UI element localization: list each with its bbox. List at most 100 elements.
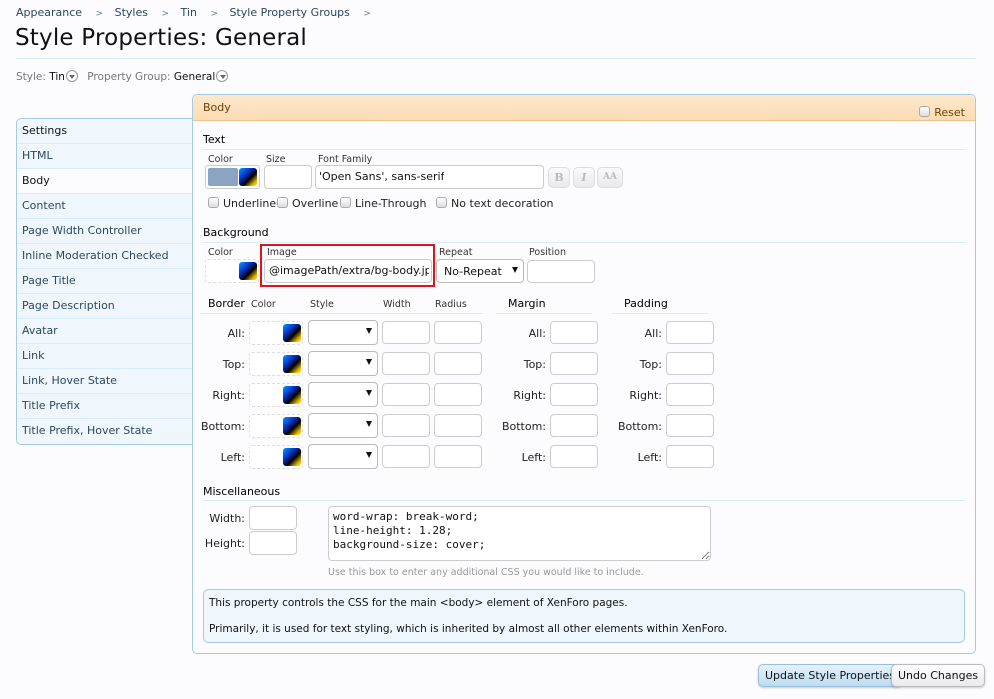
dropdown-arrow-icon <box>366 390 372 396</box>
background-image-input[interactable]: @imagePath/extra/bg-body.jp <box>264 259 432 283</box>
style-value[interactable]: Tin <box>49 71 65 83</box>
border-all-radius-input[interactable] <box>434 321 482 344</box>
color-picker-icon[interactable] <box>239 262 257 280</box>
color-picker-icon[interactable] <box>283 386 301 404</box>
checkbox-icon[interactable] <box>208 197 219 208</box>
chevron-down-icon[interactable] <box>65 70 78 82</box>
margin-bottom-input[interactable] <box>550 414 598 437</box>
sidebar-item-settings[interactable]: Settings <box>17 119 193 144</box>
border-right-color-field[interactable] <box>249 383 303 407</box>
text-color-field[interactable] <box>205 165 260 189</box>
property-list-sidebar: Settings HTML Body Content Page Width Co… <box>16 118 194 445</box>
background-repeat-select[interactable]: No-Repeat <box>436 259 524 283</box>
background-position-input[interactable] <box>527 260 595 283</box>
border-left-radius-input[interactable] <box>434 445 482 468</box>
breadcrumb-item-appearance[interactable]: Appearance > <box>16 6 103 19</box>
color-picker-icon[interactable] <box>283 417 301 435</box>
checkbox-icon[interactable] <box>919 106 931 117</box>
extra-css-textarea[interactable]: word-wrap: break-word; line-height: 1.28… <box>328 506 711 561</box>
font-family-input[interactable]: 'Open Sans', sans-serif <box>315 165 544 189</box>
color-picker-icon[interactable] <box>283 448 301 466</box>
sidebar-item-page-description[interactable]: Page Description <box>17 294 193 319</box>
border-bottom-radius-input[interactable] <box>434 414 482 437</box>
font-family-label: Font Family <box>318 154 373 165</box>
margin-right-input[interactable] <box>550 383 598 406</box>
border-all-style-select[interactable] <box>308 320 378 345</box>
padding-top-input[interactable] <box>666 352 714 375</box>
sidebar-item-content[interactable]: Content <box>17 194 193 219</box>
small-caps-button[interactable]: AA <box>597 167 623 188</box>
margin-left-label: Left: <box>521 451 546 464</box>
sidebar-item-title-prefix-hover-state[interactable]: Title Prefix, Hover State <box>17 419 193 444</box>
margin-left-input[interactable] <box>550 445 598 468</box>
border-width-column: Width <box>383 299 411 310</box>
bold-button[interactable]: B <box>548 167 570 188</box>
border-bottom-style-select[interactable] <box>308 413 378 438</box>
text-size-input[interactable] <box>264 165 312 189</box>
sidebar-item-body[interactable]: Body <box>17 169 194 194</box>
line-through-checkbox[interactable]: Line-Through <box>340 197 427 210</box>
border-bottom-width-input[interactable] <box>382 414 430 437</box>
misc-width-input[interactable] <box>249 506 297 530</box>
border-bottom-color-field[interactable] <box>249 414 303 438</box>
sidebar-item-html[interactable]: HTML <box>17 144 193 169</box>
padding-left-input[interactable] <box>666 445 714 468</box>
breadcrumb-item-styles[interactable]: Styles > <box>115 6 169 19</box>
no-text-decoration-checkbox[interactable]: No text decoration <box>436 197 554 210</box>
border-right-width-input[interactable] <box>382 383 430 406</box>
border-bottom-label: Bottom: <box>200 420 245 433</box>
sidebar-item-link[interactable]: Link <box>17 344 193 369</box>
sidebar-item-page-title[interactable]: Page Title <box>17 269 193 294</box>
border-top-width-input[interactable] <box>382 352 430 375</box>
overline-checkbox[interactable]: Overline <box>277 197 338 210</box>
border-top-style-select[interactable] <box>308 351 378 376</box>
margin-top-label: Top: <box>523 358 546 371</box>
color-picker-icon[interactable] <box>239 168 257 186</box>
sidebar-item-page-width-controller[interactable]: Page Width Controller <box>17 219 193 244</box>
background-image-label: Image <box>267 247 297 258</box>
undo-changes-button[interactable]: Undo Changes <box>891 664 986 687</box>
color-picker-icon[interactable] <box>283 324 301 342</box>
border-top-color-field[interactable] <box>249 352 303 376</box>
reset-checkbox[interactable]: Reset <box>919 100 965 126</box>
checkbox-icon[interactable] <box>436 197 447 208</box>
breadcrumb-item-tin[interactable]: Tin > <box>181 6 218 19</box>
dropdown-arrow-icon <box>512 267 518 273</box>
property-group-label: Property Group: <box>87 71 171 83</box>
update-style-properties-button[interactable]: Update Style Properties <box>758 664 903 687</box>
background-color-label: Color <box>208 247 233 258</box>
misc-height-input[interactable] <box>249 531 297 555</box>
checkbox-icon[interactable] <box>340 197 351 208</box>
underline-checkbox[interactable]: Underline <box>208 197 276 210</box>
sidebar-item-avatar[interactable]: Avatar <box>17 319 193 344</box>
border-style-column: Style <box>310 299 334 310</box>
chevron-down-icon[interactable] <box>216 70 229 82</box>
property-editor-panel: Body Reset Text Color Size Font Family '… <box>192 94 976 654</box>
border-all-color-field[interactable] <box>249 321 303 345</box>
padding-bottom-input[interactable] <box>666 414 714 437</box>
border-left-color-field[interactable] <box>249 445 303 469</box>
checkbox-icon[interactable] <box>277 197 288 208</box>
border-top-radius-input[interactable] <box>434 352 482 375</box>
italic-button[interactable]: I <box>573 167 595 188</box>
sidebar-item-title-prefix[interactable]: Title Prefix <box>17 394 193 419</box>
border-right-style-select[interactable] <box>308 382 378 407</box>
panel-header: Body Reset <box>193 95 975 121</box>
padding-right-input[interactable] <box>666 383 714 406</box>
background-color-field[interactable] <box>205 259 259 283</box>
breadcrumb-item-style-property-groups[interactable]: Style Property Groups > <box>230 6 371 19</box>
property-group-value[interactable]: General <box>174 71 215 83</box>
border-all-width-input[interactable] <box>382 321 430 344</box>
sidebar-item-link-hover-state[interactable]: Link, Hover State <box>17 369 193 394</box>
margin-top-input[interactable] <box>550 352 598 375</box>
border-right-radius-input[interactable] <box>434 383 482 406</box>
text-section-divider <box>203 149 965 150</box>
margin-all-input[interactable] <box>550 321 598 344</box>
explanation-line: This property controls the CSS for the m… <box>209 597 628 609</box>
dropdown-arrow-icon <box>366 452 372 458</box>
sidebar-item-inline-moderation-checked[interactable]: Inline Moderation Checked <box>17 244 193 269</box>
border-left-width-input[interactable] <box>382 445 430 468</box>
border-left-style-select[interactable] <box>308 444 378 469</box>
padding-all-input[interactable] <box>666 321 714 344</box>
color-picker-icon[interactable] <box>283 355 301 373</box>
